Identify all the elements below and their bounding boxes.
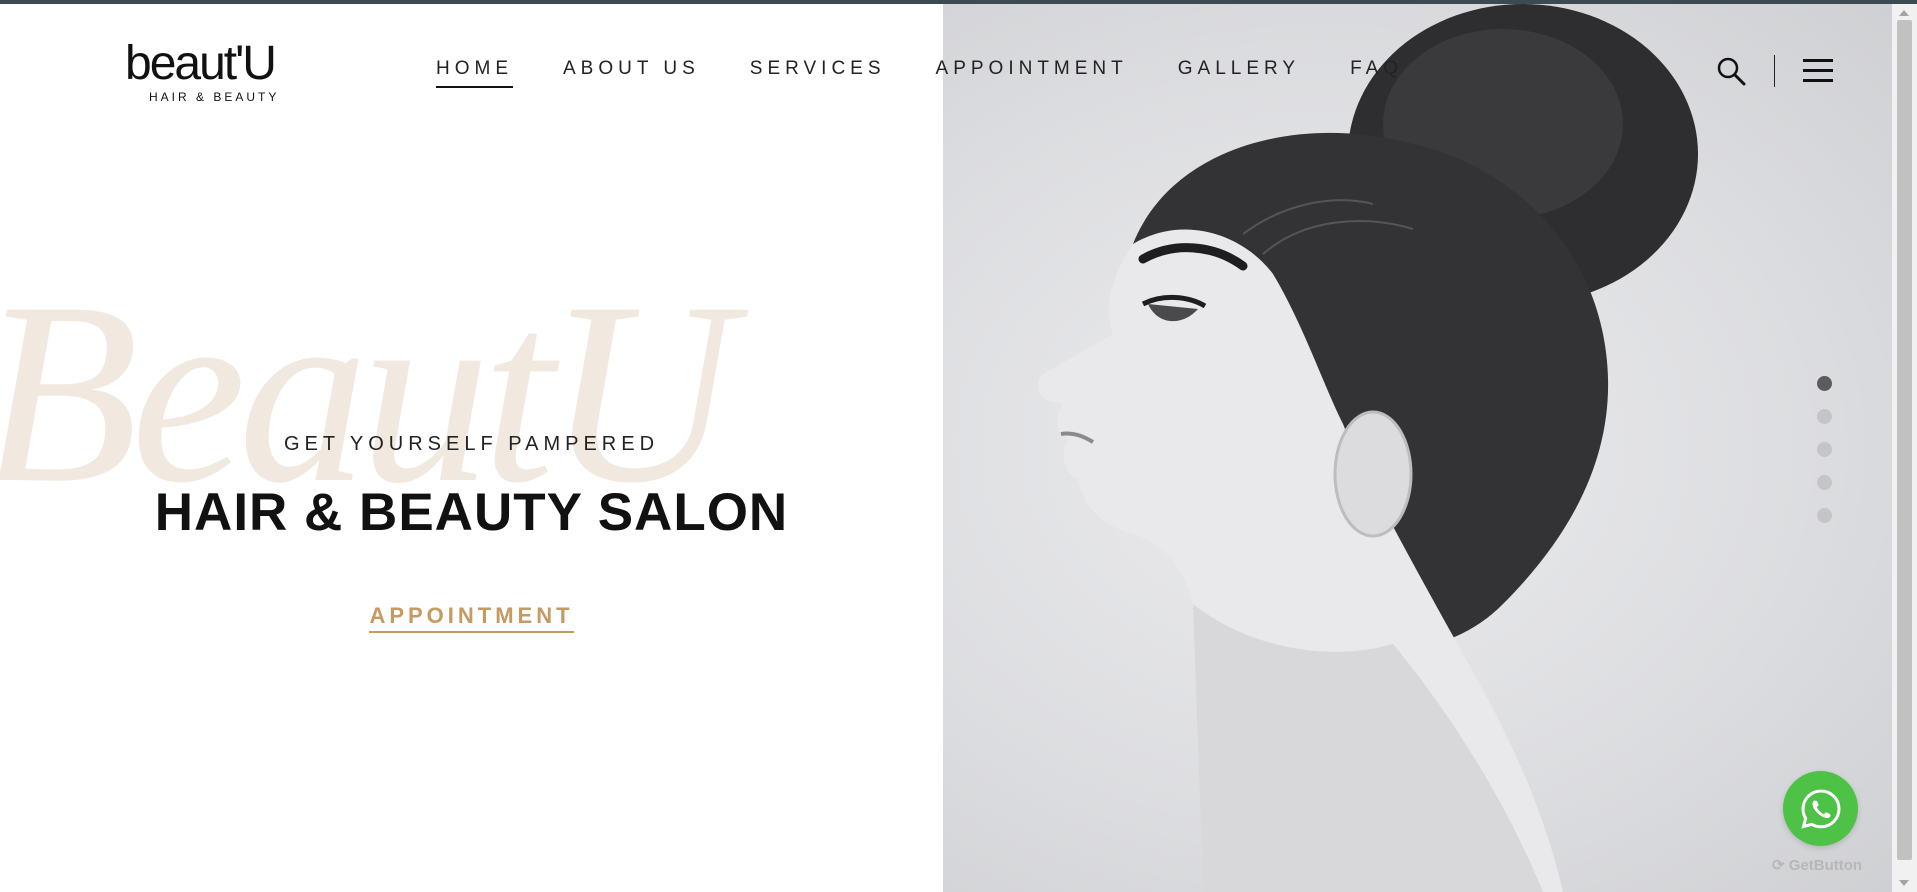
hero-tagline: GET YOURSELF PAMPERED <box>283 433 660 455</box>
main-navigation: HOME ABOUT US SERVICES APPOINTMENT GALLE… <box>436 58 1453 88</box>
slider-dot[interactable] <box>1817 442 1832 457</box>
whatsapp-icon <box>1801 789 1841 829</box>
slider-dot[interactable] <box>1817 475 1832 490</box>
getbutton-logo-icon: ⟳ <box>1772 857 1785 874</box>
hero-headline: HAIR & BEAUTY SALON <box>154 483 789 542</box>
scrollbar-thumb[interactable] <box>1897 20 1912 860</box>
slider-pagination <box>1817 376 1833 541</box>
whatsapp-chat-button[interactable] <box>1783 771 1858 846</box>
nav-item-about-us[interactable]: ABOUT US <box>563 58 700 88</box>
brand-logo-subtitle: HAIR & BEAUTY <box>149 90 280 104</box>
page-scrollbar[interactable] <box>1892 4 1917 892</box>
brand-logo[interactable]: beaut'U HAIR & BEAUTY <box>125 37 315 105</box>
brand-logo-name: beaut'U <box>125 37 277 90</box>
hamburger-menu-icon[interactable] <box>1803 59 1833 83</box>
hero-portrait-image <box>943 4 1892 892</box>
appointment-button[interactable]: APPOINTMENT <box>369 603 574 633</box>
slider-dot[interactable] <box>1817 409 1832 424</box>
nav-item-services[interactable]: SERVICES <box>750 58 886 88</box>
nav-item-home[interactable]: HOME <box>436 58 513 88</box>
search-icon[interactable] <box>1716 56 1746 86</box>
scroll-down-arrow-icon[interactable] <box>1899 880 1909 886</box>
getbutton-credit-label: GetButton <box>1788 857 1863 874</box>
scroll-up-arrow-icon[interactable] <box>1899 10 1909 16</box>
slider-dot[interactable] <box>1817 376 1832 391</box>
header-divider <box>1774 55 1775 87</box>
nav-item-gallery[interactable]: GALLERY <box>1178 58 1300 88</box>
slider-dot[interactable] <box>1817 508 1832 523</box>
nav-item-appointment[interactable]: APPOINTMENT <box>936 58 1128 88</box>
hero-cta-wrapper: APPOINTMENT <box>0 603 943 633</box>
nav-item-faq[interactable]: FAQ <box>1350 58 1403 88</box>
getbutton-credit[interactable]: ⟳ GetButton <box>1772 856 1862 874</box>
